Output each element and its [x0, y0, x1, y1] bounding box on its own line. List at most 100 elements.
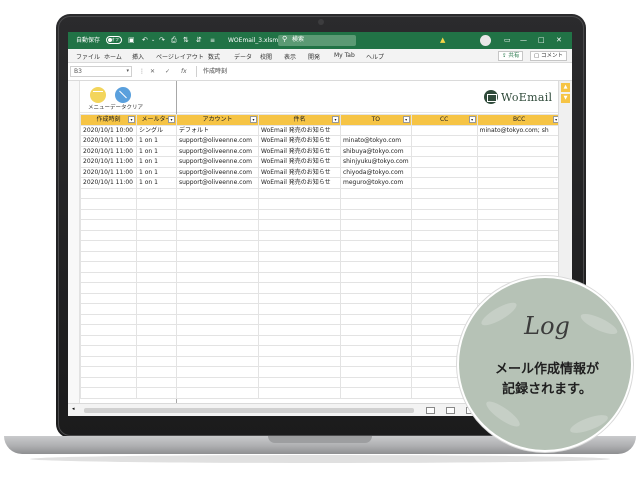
- header-created-time[interactable]: 作成時刻 ▾: [80, 114, 137, 126]
- table-cell[interactable]: [476, 250, 562, 262]
- table-cell[interactable]: support@oliveenne.com: [176, 135, 259, 147]
- table-cell[interactable]: [340, 282, 412, 294]
- table-cell[interactable]: 2020/10/1 11:00: [80, 145, 137, 157]
- table-cell[interactable]: [340, 250, 412, 262]
- table-cell[interactable]: [410, 250, 478, 262]
- table-cell[interactable]: [410, 208, 478, 220]
- enter-icon[interactable]: ✓: [165, 67, 170, 76]
- table-cell[interactable]: [476, 240, 562, 252]
- table-cell[interactable]: [136, 345, 177, 357]
- tab-data[interactable]: データ: [234, 52, 252, 61]
- table-cell[interactable]: [176, 303, 259, 315]
- table-cell[interactable]: [258, 187, 341, 199]
- table-cell[interactable]: [80, 303, 137, 315]
- table-cell[interactable]: [410, 156, 478, 168]
- table-cell[interactable]: [258, 292, 341, 304]
- table-cell[interactable]: [258, 376, 341, 388]
- table-cell[interactable]: [340, 261, 412, 273]
- table-cell[interactable]: [340, 345, 412, 357]
- table-cell[interactable]: [80, 366, 137, 378]
- minimize-icon[interactable]: —: [520, 36, 527, 45]
- table-cell[interactable]: [80, 387, 137, 399]
- header-account[interactable]: アカウント ▾: [176, 114, 259, 126]
- table-cell[interactable]: 2020/10/1 11:00: [80, 177, 137, 189]
- table-cell[interactable]: [176, 313, 259, 325]
- filter-icon[interactable]: ▾: [468, 116, 476, 123]
- undo-dropdown-icon[interactable]: ⌄: [151, 36, 155, 45]
- search-box[interactable]: ⚲ 検索: [278, 35, 356, 46]
- table-row[interactable]: 2020/10/1 11:00 1 on 1 support@oliveenne.c…: [80, 135, 562, 147]
- table-cell[interactable]: 2020/10/1 10:00: [80, 124, 137, 136]
- table-row[interactable]: 2020/10/1 11:00 1 on 1 support@oliveenne.c…: [80, 156, 562, 168]
- avatar[interactable]: [480, 35, 491, 46]
- table-cell[interactable]: [80, 282, 137, 294]
- normal-view-icon[interactable]: [426, 407, 435, 414]
- table-cell[interactable]: [80, 334, 137, 346]
- table-cell[interactable]: [476, 145, 562, 157]
- table-cell[interactable]: [258, 208, 341, 220]
- table-cell[interactable]: [80, 240, 137, 252]
- table-cell[interactable]: [340, 324, 412, 336]
- table-row[interactable]: [80, 261, 562, 273]
- table-cell[interactable]: [176, 282, 259, 294]
- table-row[interactable]: [80, 198, 562, 210]
- table-cell[interactable]: [176, 240, 259, 252]
- table-cell[interactable]: [136, 313, 177, 325]
- table-cell[interactable]: [340, 198, 412, 210]
- table-cell[interactable]: [476, 166, 562, 178]
- table-cell[interactable]: [410, 135, 478, 147]
- table-cell[interactable]: [410, 145, 478, 157]
- table-cell[interactable]: [340, 303, 412, 315]
- table-cell[interactable]: [410, 219, 478, 231]
- table-cell[interactable]: [476, 198, 562, 210]
- table-cell[interactable]: [136, 387, 177, 399]
- customize-qa-icon[interactable]: ≡: [210, 36, 215, 45]
- table-cell[interactable]: [176, 345, 259, 357]
- table-cell[interactable]: [258, 261, 341, 273]
- scroll-down-icon[interactable]: ▼: [561, 94, 570, 103]
- table-cell[interactable]: [136, 303, 177, 315]
- table-cell[interactable]: meguro@tokyo.com: [340, 177, 412, 189]
- table-cell[interactable]: [476, 177, 562, 189]
- page-layout-view-icon[interactable]: [446, 407, 455, 414]
- sort-desc-icon[interactable]: ⇵: [196, 36, 202, 45]
- table-cell[interactable]: [410, 124, 478, 136]
- table-cell[interactable]: [136, 271, 177, 283]
- table-cell[interactable]: [340, 387, 412, 399]
- table-cell[interactable]: [80, 345, 137, 357]
- share-button[interactable]: ⇪ 共有: [498, 51, 524, 61]
- table-cell[interactable]: [80, 198, 137, 210]
- table-cell[interactable]: [80, 324, 137, 336]
- header-mail-type[interactable]: メールタイ ▾: [136, 114, 177, 126]
- undo-icon[interactable]: ↶: [142, 36, 148, 45]
- table-row[interactable]: [80, 229, 562, 241]
- table-cell[interactable]: [176, 366, 259, 378]
- table-cell[interactable]: [476, 208, 562, 220]
- table-cell[interactable]: [176, 219, 259, 231]
- table-cell[interactable]: [136, 208, 177, 220]
- insert-function-button[interactable]: fx: [181, 67, 187, 76]
- close-icon[interactable]: ✕: [556, 36, 562, 45]
- scroll-thumb[interactable]: [84, 408, 414, 413]
- table-cell[interactable]: [136, 366, 177, 378]
- table-cell[interactable]: [176, 271, 259, 283]
- table-cell[interactable]: [340, 124, 412, 136]
- autosave-toggle[interactable]: オフ: [106, 36, 122, 44]
- table-cell[interactable]: [258, 345, 341, 357]
- table-cell[interactable]: [80, 219, 137, 231]
- table-cell[interactable]: WoEmail 発売のお知らせ: [258, 156, 341, 168]
- table-row[interactable]: [80, 250, 562, 262]
- table-cell[interactable]: [340, 366, 412, 378]
- table-cell[interactable]: [410, 271, 478, 283]
- filter-icon[interactable]: ▾: [250, 116, 257, 123]
- table-row[interactable]: [80, 219, 562, 231]
- table-cell[interactable]: chiyoda@tokyo.com: [340, 166, 412, 178]
- table-cell[interactable]: [136, 198, 177, 210]
- table-cell[interactable]: [258, 313, 341, 325]
- table-cell[interactable]: [80, 250, 137, 262]
- table-row[interactable]: [80, 271, 562, 283]
- table-cell[interactable]: [136, 355, 177, 367]
- tab-review[interactable]: 校閲: [260, 52, 272, 61]
- table-cell[interactable]: 2020/10/1 11:00: [80, 135, 137, 147]
- table-row[interactable]: [80, 240, 562, 252]
